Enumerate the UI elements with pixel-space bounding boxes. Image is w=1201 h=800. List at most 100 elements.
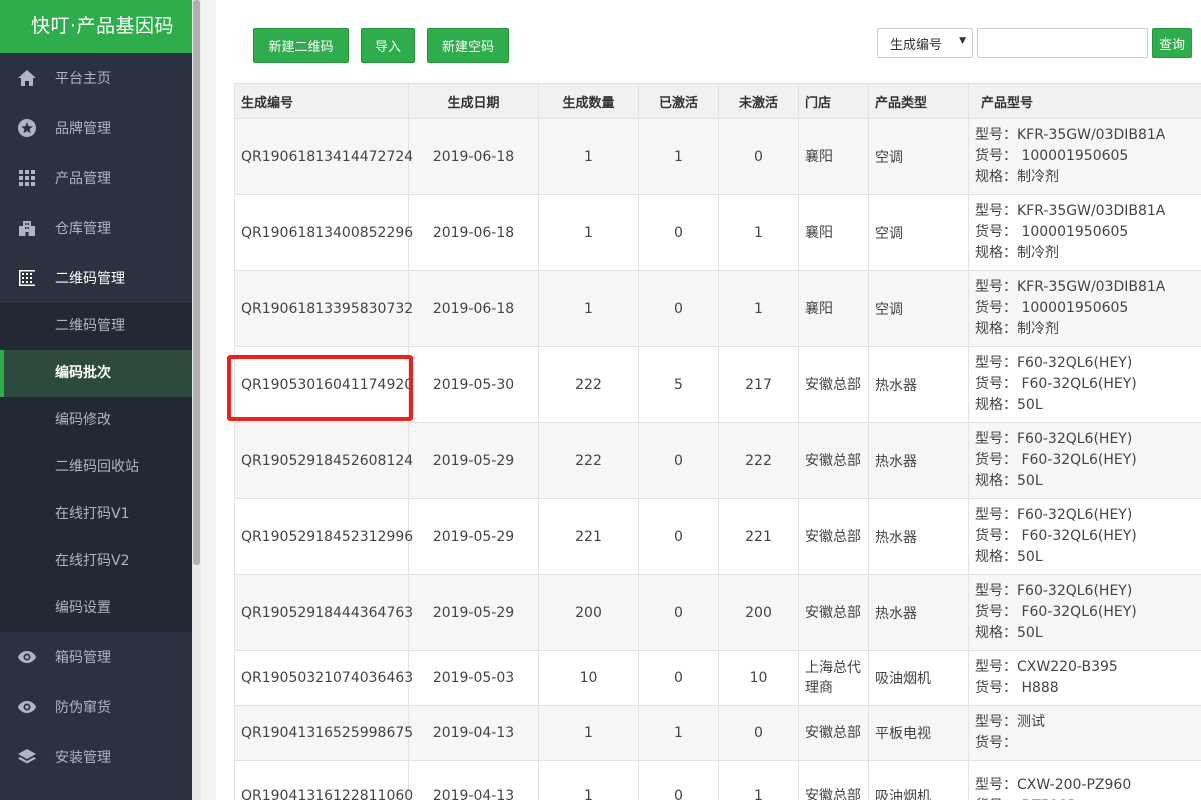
cell-inactive: 217 (718, 346, 799, 423)
cell-quantity: 1 (538, 118, 639, 195)
sidebar-item-qrcode[interactable]: 二维码管理 (0, 253, 192, 303)
cell-inactive: 10 (718, 650, 799, 706)
submenu-item-code-batch[interactable]: 编码批次 (0, 350, 192, 397)
cell-activated: 1 (638, 118, 719, 195)
sidebar-item-warehouse[interactable]: 仓库管理 (0, 203, 192, 253)
sidebar-item-product[interactable]: 产品管理 (0, 153, 192, 203)
column-header[interactable]: 生成编号 (234, 83, 409, 119)
column-header[interactable]: 生成日期 (408, 83, 539, 119)
cell-code[interactable]: QR19061813395830732 (234, 270, 413, 347)
star-icon (17, 118, 37, 138)
cell-code[interactable]: QR19041316122811060 (234, 760, 413, 800)
cell-product-model: 型号：KFR-35GW/03DIB81A 货号： 100001950605 规格：制… (968, 118, 1201, 195)
sidebar-item-label: 安装管理 (55, 750, 111, 766)
model-line: 型号：测试 (975, 714, 1045, 730)
model-line: 货号： 100001950605 (975, 300, 1129, 316)
cell-inactive: 222 (718, 422, 799, 499)
model-line: 货号： F60-32QL6(HEY) (975, 452, 1137, 468)
sidebar-item-box-code[interactable]: 箱码管理 (0, 632, 192, 682)
table-row[interactable]: QR19061813400852296 2019-06-18 1 0 1 襄阳 空调 型号：K… (234, 194, 1201, 271)
column-header[interactable]: 产品类型 (868, 83, 969, 119)
model-line: 型号：KFR-35GW/03DIB81A (975, 127, 1166, 143)
cell-store: 襄阳 (798, 194, 869, 271)
submenu-item-print-v1[interactable]: 在线打码V1 (0, 491, 192, 538)
model-line: 货号： F60-32QL6(HEY) (975, 604, 1137, 620)
batch-table: 生成编号 生成日期 生成数量 已激活 未激活 门店 产品类型 产品型号 QR19… (234, 83, 1201, 800)
cell-code[interactable]: QR19041316525998675 (234, 705, 413, 761)
cell-date: 2019-05-30 (408, 346, 539, 423)
cell-activated: 0 (638, 498, 719, 575)
scrollbar-thumb[interactable] (193, 0, 200, 565)
cell-quantity: 10 (538, 650, 639, 706)
cell-code[interactable]: QR19061813414472724 (234, 118, 413, 195)
table-row[interactable]: QR19061813395830732 2019-06-18 1 0 1 襄阳 空调 型号：K… (234, 270, 1201, 347)
table-row[interactable]: QR19052918444364763 2019-05-29 200 0 200 安徽总部… (234, 574, 1201, 651)
cell-code[interactable]: QR19053016041174920 (234, 346, 413, 423)
table-header-row: 生成编号 生成日期 生成数量 已激活 未激活 门店 产品类型 产品型号 (234, 83, 1201, 119)
sidebar-item-anti-fake[interactable]: 防伪窜货 (0, 682, 192, 732)
table-row[interactable]: QR19061813414472724 2019-06-18 1 1 0 襄阳 空调 型号：K… (234, 118, 1201, 195)
cell-date: 2019-04-13 (408, 705, 539, 761)
table-row[interactable]: QR19041316122811060 2019-04-13 1 0 1 安徽总部 吸油烟机… (234, 760, 1201, 800)
submenu-item-qrcode-manage[interactable]: 二维码管理 (0, 303, 192, 350)
cell-code[interactable]: QR19061813400852296 (234, 194, 413, 271)
sidebar: 快叮·产品基因码 平台主页 品牌管理 产品管理 仓库管理 二维码管理 二维码管理… (0, 0, 192, 800)
cell-date: 2019-06-18 (408, 270, 539, 347)
cell-product-type: 空调 (868, 118, 969, 195)
cell-product-type: 热水器 (868, 498, 969, 575)
search-field-select[interactable]: 生成编号 ▼ (877, 28, 973, 58)
cell-product-type: 吸油烟机 (868, 760, 969, 800)
cell-store: 安徽总部 (798, 422, 869, 499)
column-header[interactable]: 产品型号 (968, 83, 1201, 119)
model-line: 货号： (975, 735, 1017, 751)
sidebar-item-home[interactable]: 平台主页 (0, 53, 192, 103)
cell-code[interactable]: QR19052918452608124 (234, 422, 413, 499)
table-body: QR19061813414472724 2019-06-18 1 1 0 襄阳 空调 型号：K… (234, 118, 1201, 800)
cell-date: 2019-06-18 (408, 118, 539, 195)
import-button[interactable]: 导入 (361, 28, 415, 63)
sidebar-scrollbar[interactable] (192, 0, 201, 800)
sidebar-item-label: 仓库管理 (55, 221, 111, 237)
table-row[interactable]: QR19050321074036463 2019-05-03 10 0 10 上海总代理商… (234, 650, 1201, 706)
cell-activated: 5 (638, 346, 719, 423)
cell-quantity: 222 (538, 346, 639, 423)
cell-product-type: 吸油烟机 (868, 650, 969, 706)
cell-product-type: 平板电视 (868, 705, 969, 761)
cell-product-type: 热水器 (868, 346, 969, 423)
model-line: 货号： F60-32QL6(HEY) (975, 528, 1137, 544)
table-row[interactable]: QR19041316525998675 2019-04-13 1 1 0 安徽总部 平板电视… (234, 705, 1201, 761)
cell-code[interactable]: QR19052918452312996 (234, 498, 413, 575)
sidebar-item-brand[interactable]: 品牌管理 (0, 103, 192, 153)
new-blank-code-button[interactable]: 新建空码 (427, 28, 509, 63)
cell-quantity: 222 (538, 422, 639, 499)
submenu-item-print-v2[interactable]: 在线打码V2 (0, 538, 192, 585)
sidebar-item-install[interactable]: 安装管理 (0, 732, 192, 782)
cell-code[interactable]: QR19050321074036463 (234, 650, 413, 706)
submenu-item-recycle[interactable]: 二维码回收站 (0, 444, 192, 491)
cell-store: 安徽总部 (798, 574, 869, 651)
model-line: 规格：制冷剂 (975, 245, 1059, 261)
table-row[interactable]: QR19053016041174920 2019-05-30 222 5 217 安徽总部… (234, 346, 1201, 423)
cell-code[interactable]: QR19052918444364763 (234, 574, 413, 651)
column-header[interactable]: 已激活 (638, 83, 719, 119)
column-header[interactable]: 未激活 (718, 83, 799, 119)
submenu-item-code-settings[interactable]: 编码设置 (0, 585, 192, 632)
submenu-item-code-edit[interactable]: 编码修改 (0, 397, 192, 444)
column-header[interactable]: 生成数量 (538, 83, 639, 119)
cell-store: 安徽总部 (798, 346, 869, 423)
model-line: 货号： 100001950605 (975, 148, 1129, 164)
cell-product-model: 型号：F60-32QL6(HEY) 货号： F60-32QL6(HEY) 规格：50… (968, 346, 1201, 423)
sidebar-item-label: 产品管理 (55, 171, 111, 187)
cell-quantity: 1 (538, 194, 639, 271)
model-line: 型号：F60-32QL6(HEY) (975, 507, 1133, 523)
search-input[interactable] (977, 28, 1148, 58)
model-line: 规格：制冷剂 (975, 169, 1059, 185)
cell-quantity: 221 (538, 498, 639, 575)
cell-date: 2019-05-29 (408, 574, 539, 651)
new-qrcode-button[interactable]: 新建二维码 (253, 28, 349, 63)
column-header[interactable]: 门店 (798, 83, 869, 119)
table-row[interactable]: QR19052918452608124 2019-05-29 222 0 222 安徽总部… (234, 422, 1201, 499)
table-row[interactable]: QR19052918452312996 2019-05-29 221 0 221 安徽总部… (234, 498, 1201, 575)
search-button[interactable]: 查询 (1152, 28, 1192, 58)
model-line: 规格：50L (975, 625, 1043, 641)
